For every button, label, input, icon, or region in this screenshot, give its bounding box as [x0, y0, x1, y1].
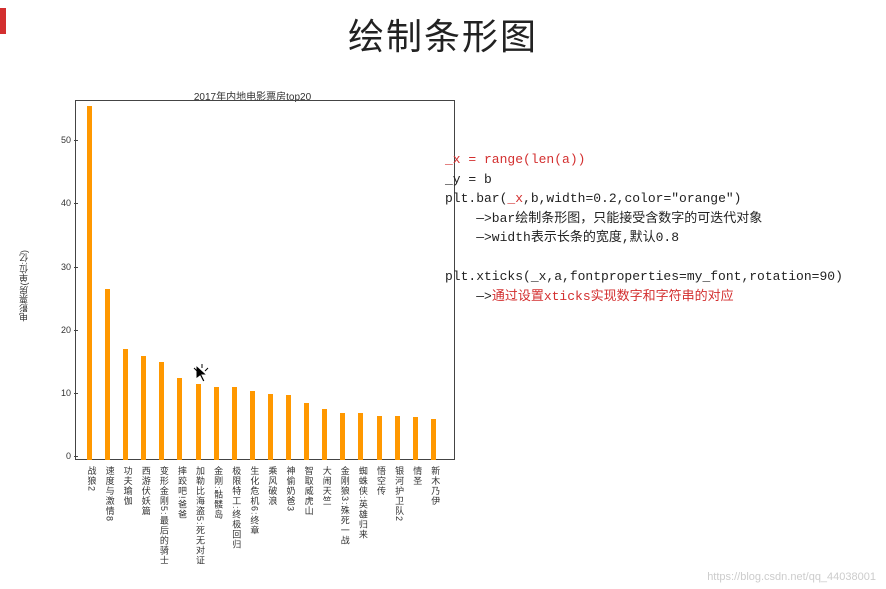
y-tick-label: 20: [61, 325, 71, 335]
code-line-1: _x = range(len(a)): [445, 150, 886, 170]
x-tick-label: 情圣: [411, 466, 424, 486]
bar: [413, 417, 418, 460]
code-line-6: plt.xticks(_x,a,fontproperties=my_font,r…: [445, 267, 886, 287]
bar: [286, 395, 291, 460]
bar: [196, 384, 201, 460]
x-tick-label: 生化危机6:终章: [248, 466, 261, 536]
x-tick-label: 速度与激情8: [104, 466, 117, 522]
page-title: 绘制条形图: [0, 8, 886, 60]
bar: [123, 349, 128, 460]
x-tick-label: 金刚:骷髅岛: [212, 466, 225, 520]
bar: [141, 356, 146, 460]
bar: [304, 403, 309, 460]
bar: [250, 391, 255, 460]
bar: [377, 416, 382, 460]
y-tick-label: 0: [66, 451, 71, 461]
code-line-3: plt.bar(_x,b,width=0.2,color="orange"): [445, 189, 886, 209]
x-tick-label: 智取威虎山: [303, 466, 316, 516]
x-tick-label: 悟空传: [375, 466, 388, 496]
x-tick-label: 新木乃伊: [429, 466, 442, 506]
bar: [395, 416, 400, 460]
x-tick-label: 金刚狼3:殊死一战: [339, 466, 352, 546]
bar: [214, 387, 219, 460]
x-tick-label: 摔跤吧!爸爸: [176, 466, 189, 520]
y-tick-label: 30: [61, 262, 71, 272]
y-ticks: 0 10 20 30 40 50: [55, 100, 73, 460]
code-line-5: —>width表示长条的宽度,默认0.8: [445, 228, 886, 248]
x-tick-label: 功夫瑜伽: [122, 466, 135, 506]
x-tick-label: 战狼2: [85, 466, 98, 492]
x-tick-label: 蜘蛛侠:英雄归来: [357, 466, 370, 540]
bar-chart: 2017年内地电影票房top20 电影票房(单位:亿) 01020304050 …: [45, 90, 460, 545]
x-tick-label: 神偷奶爸3: [285, 466, 298, 512]
bar: [358, 413, 363, 460]
bar: [268, 394, 273, 460]
code-annotation: _x = range(len(a)) _y = b plt.bar(_x,b,w…: [445, 150, 886, 306]
y-axis-label: 电影票房(单位:亿): [17, 250, 30, 322]
bar: [340, 413, 345, 460]
bar: [177, 378, 182, 460]
bar: [232, 387, 237, 460]
x-tick-label: 大闹天竺: [321, 466, 334, 506]
x-tick-label: 银河护卫队2: [393, 466, 406, 522]
x-tick-label: 加勒比海盗5:死无对证: [194, 466, 207, 566]
x-tick-label: 极限特工:终极回归: [230, 466, 243, 550]
bars-container: [75, 100, 455, 460]
x-tick-label: 变形金刚5:最后的骑士: [158, 466, 171, 566]
red-accent-tab: [0, 8, 6, 34]
y-tick-label: 10: [61, 388, 71, 398]
code-spacer: [445, 248, 886, 268]
code-line-4: —>bar绘制条形图，只能接受含数字的可迭代对象: [445, 209, 886, 229]
bar: [87, 106, 92, 460]
bar: [431, 419, 436, 460]
y-tick-label: 50: [61, 135, 71, 145]
y-tick-label: 40: [61, 198, 71, 208]
bar: [322, 409, 327, 460]
watermark: https://blog.csdn.net/qq_44038001: [707, 571, 876, 583]
bar: [159, 362, 164, 460]
code-line-2: _y = b: [445, 170, 886, 190]
x-tick-label: 西游伏妖篇: [140, 466, 153, 516]
x-tick-label: 乘风破浪: [266, 466, 279, 506]
bar: [105, 289, 110, 460]
code-line-7: —>通过设置xticks实现数字和字符串的对应: [445, 287, 886, 307]
